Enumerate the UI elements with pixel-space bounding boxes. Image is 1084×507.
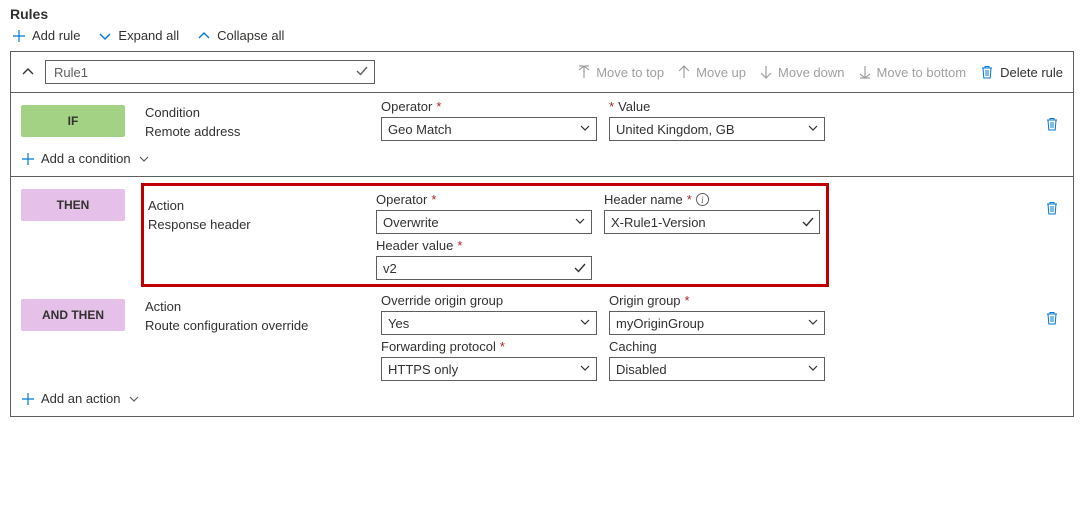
required-mark: * (685, 293, 690, 308)
move-up-button[interactable]: Move up (678, 65, 746, 80)
add-condition-button[interactable]: Add a condition (21, 151, 1063, 166)
collapse-all-label: Collapse all (217, 28, 284, 43)
trash-icon (1045, 311, 1059, 325)
required-mark: * (687, 192, 692, 207)
a1-hvalue-label: Header value (376, 238, 453, 253)
plus-icon (21, 392, 35, 406)
condition-section: IF Condition Remote address Operator * G… (11, 93, 1073, 177)
plus-icon (21, 152, 35, 166)
action-section: THEN Action Response header Operator * O… (11, 177, 1073, 416)
delete-rule-label: Delete rule (1000, 65, 1063, 80)
condition-title: Condition (145, 105, 381, 120)
check-icon (573, 261, 587, 275)
chevron-down-icon (806, 121, 820, 135)
check-icon (801, 215, 815, 229)
if-badge: IF (21, 105, 125, 137)
a2-group-select[interactable]: myOriginGroup (609, 311, 825, 335)
move-top-label: Move to top (596, 65, 664, 80)
section-heading: Rules (10, 6, 1074, 22)
delete-action2-button[interactable] (1045, 293, 1063, 325)
a2-override-select[interactable]: Yes (381, 311, 597, 335)
then-badge: THEN (21, 189, 125, 221)
collapse-all-button[interactable]: Collapse all (197, 28, 284, 43)
action1-title: Action (148, 198, 376, 213)
arrow-up-icon (678, 65, 690, 79)
chevron-down-icon (806, 361, 820, 375)
a2-group-value: myOriginGroup (616, 316, 704, 331)
andthen-badge: AND THEN (21, 299, 125, 331)
cond-operator-select[interactable]: Geo Match (381, 117, 597, 141)
condition-name: Remote address (145, 124, 381, 139)
move-bottom-label: Move to bottom (877, 65, 967, 80)
action2-title: Action (145, 299, 381, 314)
move-bottom-button[interactable]: Move to bottom (859, 65, 967, 80)
a1-hname-label: Header name (604, 192, 683, 207)
trash-icon (1045, 201, 1059, 215)
add-rule-button[interactable]: Add rule (12, 28, 80, 43)
a1-operator-label: Operator (376, 192, 427, 207)
a2-cache-select[interactable]: Disabled (609, 357, 825, 381)
rule-container: Move to top Move up Move down Move to bo… (10, 51, 1074, 417)
add-rule-label: Add rule (32, 28, 80, 43)
move-up-label: Move up (696, 65, 746, 80)
rule-name-input[interactable] (45, 60, 375, 84)
delete-rule-button[interactable]: Delete rule (980, 65, 1063, 80)
move-top-button[interactable]: Move to top (578, 65, 664, 80)
a2-proto-select[interactable]: HTTPS only (381, 357, 597, 381)
arrow-down-icon (760, 65, 772, 79)
plus-icon (12, 29, 26, 43)
a1-operator-value: Overwrite (383, 215, 439, 230)
arrow-bottom-icon (859, 65, 871, 79)
action1-name: Response header (148, 217, 376, 232)
a2-override-value: Yes (388, 316, 409, 331)
cond-value-select[interactable]: United Kingdom, GB (609, 117, 825, 141)
chevron-down-icon (806, 315, 820, 329)
delete-action1-button[interactable] (1045, 183, 1063, 215)
a1-operator-select[interactable]: Overwrite (376, 210, 592, 234)
trash-icon (980, 65, 994, 79)
collapse-rule-button[interactable] (21, 65, 35, 79)
a1-hvalue-value: v2 (383, 261, 397, 276)
required-mark: * (500, 339, 505, 354)
chevron-down-icon (98, 29, 112, 43)
cond-value-label: Value (618, 99, 650, 114)
a2-cache-value: Disabled (616, 362, 667, 377)
chevron-down-icon (137, 152, 151, 166)
required-mark: * (431, 192, 436, 207)
action2-name: Route configuration override (145, 318, 381, 333)
rule-header: Move to top Move up Move down Move to bo… (11, 52, 1073, 93)
a2-proto-value: HTTPS only (388, 362, 458, 377)
move-down-button[interactable]: Move down (760, 65, 844, 80)
expand-all-button[interactable]: Expand all (98, 28, 179, 43)
add-condition-label: Add a condition (41, 151, 131, 166)
a1-hname-input[interactable]: X-Rule1-Version (604, 210, 820, 234)
chevron-down-icon (578, 315, 592, 329)
cond-operator-label: Operator (381, 99, 432, 114)
a2-override-label: Override origin group (381, 293, 503, 308)
chevron-down-icon (127, 392, 141, 406)
required-mark: * (436, 99, 441, 114)
toolbar: Add rule Expand all Collapse all (10, 26, 1074, 51)
a1-hname-value: X-Rule1-Version (611, 215, 706, 230)
info-icon[interactable]: i (696, 193, 709, 206)
chevron-down-icon (573, 214, 587, 228)
add-action-button[interactable]: Add an action (21, 391, 1063, 406)
cond-value: United Kingdom, GB (616, 122, 735, 137)
a2-group-label: Origin group (609, 293, 681, 308)
cond-operator-value: Geo Match (388, 122, 452, 137)
trash-icon (1045, 117, 1059, 131)
a2-proto-label: Forwarding protocol (381, 339, 496, 354)
arrow-top-icon (578, 65, 590, 79)
required-mark: * (457, 238, 462, 253)
a1-hvalue-input[interactable]: v2 (376, 256, 592, 280)
a2-cache-label: Caching (609, 339, 657, 354)
delete-condition-button[interactable] (1045, 99, 1063, 131)
add-action-label: Add an action (41, 391, 121, 406)
chevron-up-icon (197, 29, 211, 43)
chevron-down-icon (578, 361, 592, 375)
chevron-down-icon (578, 121, 592, 135)
expand-all-label: Expand all (118, 28, 179, 43)
move-down-label: Move down (778, 65, 844, 80)
required-mark: * (609, 99, 614, 114)
